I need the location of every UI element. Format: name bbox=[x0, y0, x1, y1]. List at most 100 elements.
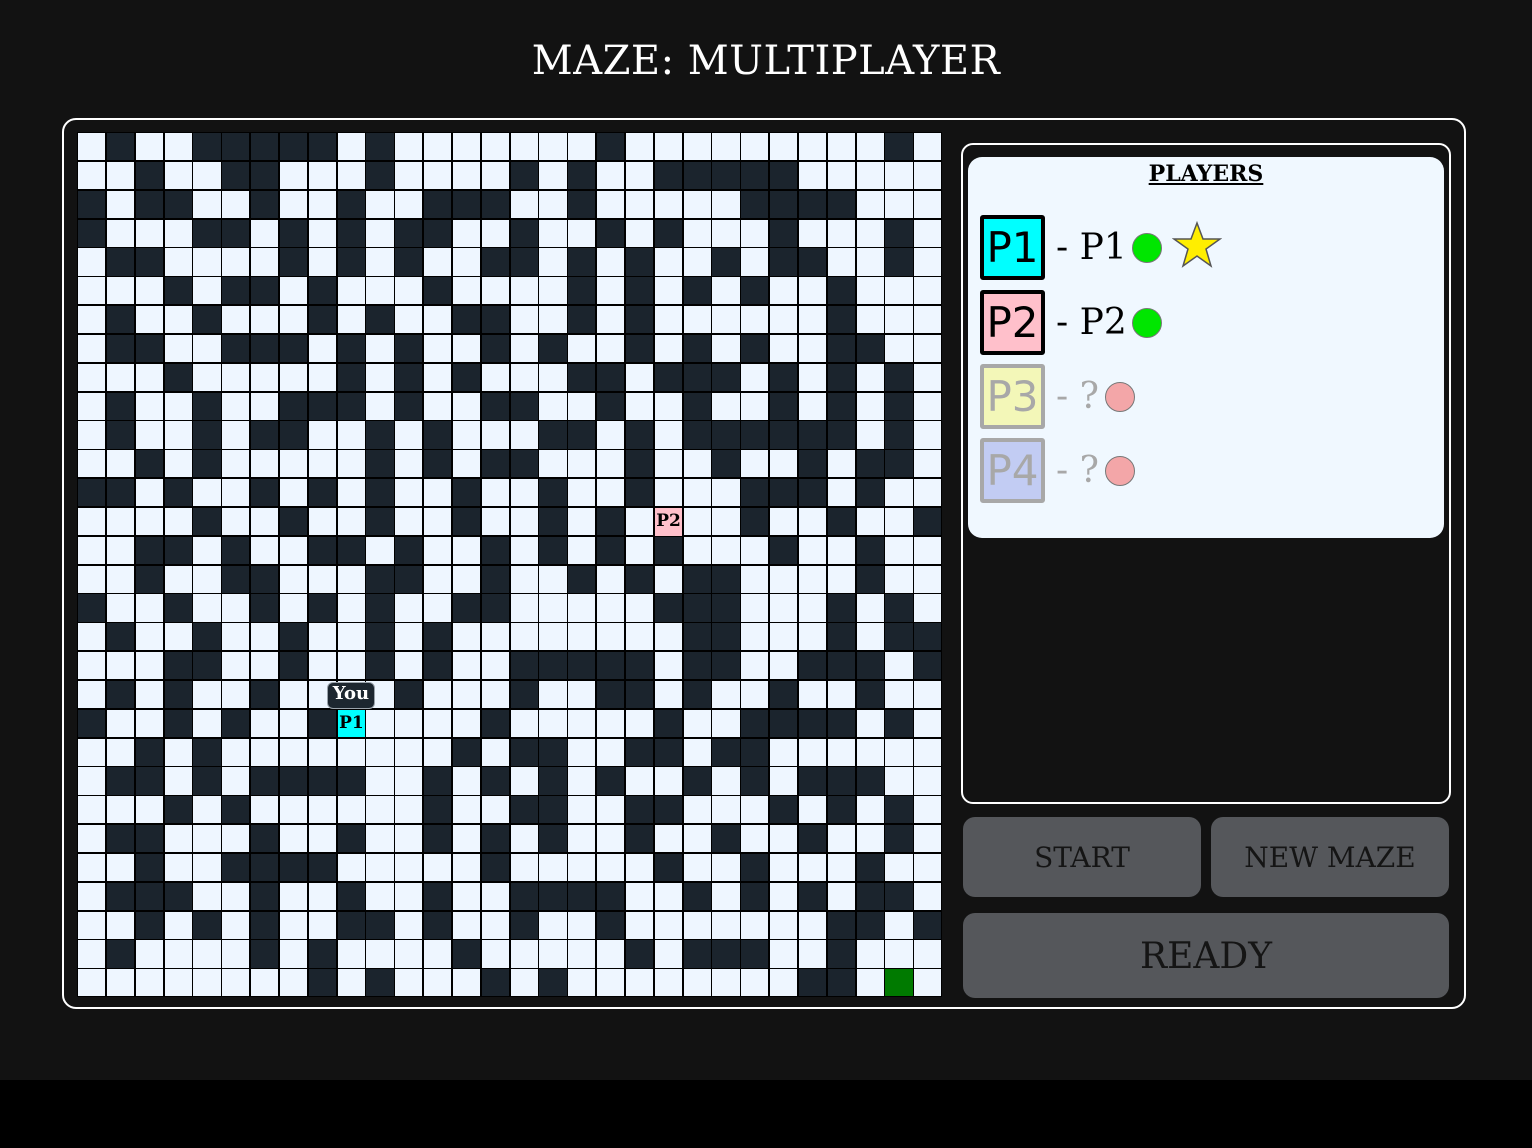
maze-path-cell bbox=[163, 766, 193, 796]
maze-path-cell bbox=[653, 391, 683, 421]
game-screen: MAZE: MULTIPLAYER P1 You P2 PLAYERS P1 - P… bbox=[0, 0, 1532, 1080]
maze-wall-cell bbox=[769, 420, 799, 450]
maze-wall-cell bbox=[307, 535, 337, 565]
maze-path-cell bbox=[336, 132, 366, 162]
maze-wall-cell bbox=[423, 910, 453, 940]
maze-path-cell bbox=[913, 276, 943, 306]
maze-path-cell bbox=[826, 160, 856, 191]
maze-path-cell bbox=[653, 622, 683, 652]
offline-status-icon bbox=[1105, 456, 1135, 486]
maze-path-cell bbox=[77, 968, 107, 998]
maze-wall-cell bbox=[365, 968, 395, 998]
maze-path-cell bbox=[77, 247, 107, 277]
player-name-p4: - ? bbox=[1056, 450, 1099, 491]
maze-wall-cell bbox=[134, 333, 164, 364]
maze-path-cell bbox=[105, 737, 136, 767]
maze-path-cell bbox=[913, 708, 943, 738]
start-button[interactable]: START bbox=[963, 817, 1201, 897]
maze-path-cell bbox=[336, 651, 366, 681]
maze-wall-cell bbox=[711, 564, 741, 594]
maze-wall-cell bbox=[682, 593, 712, 623]
maze-wall-cell bbox=[826, 651, 856, 681]
maze-path-cell bbox=[711, 276, 741, 306]
maze-wall-cell bbox=[797, 189, 828, 219]
maze-path-cell bbox=[77, 679, 107, 710]
maze-wall-cell bbox=[365, 910, 395, 940]
maze-wall-cell bbox=[365, 478, 395, 508]
maze-path-cell bbox=[855, 708, 885, 738]
maze-path-cell bbox=[740, 391, 770, 421]
maze-wall-cell bbox=[307, 852, 337, 883]
maze-wall-cell bbox=[826, 506, 856, 537]
maze-path-cell bbox=[336, 939, 366, 969]
maze-wall-cell bbox=[365, 305, 395, 335]
maze-path-cell bbox=[538, 305, 568, 335]
maze-wall-cell bbox=[480, 449, 510, 479]
maze-path-cell bbox=[221, 247, 251, 277]
maze-wall-cell bbox=[826, 189, 856, 219]
maze-path-cell bbox=[826, 852, 856, 883]
maze-path-cell bbox=[913, 564, 943, 594]
maze-path-cell bbox=[250, 305, 280, 335]
maze-path-cell bbox=[596, 247, 626, 277]
maze-path-cell bbox=[509, 362, 539, 392]
player-name-p2: - P2 bbox=[1056, 302, 1127, 343]
maze-path-cell bbox=[538, 189, 568, 219]
maze-path-cell bbox=[394, 824, 424, 854]
maze-path-cell bbox=[884, 651, 914, 681]
maze-wall-cell bbox=[740, 333, 770, 364]
maze-path-cell bbox=[538, 362, 568, 392]
maze-path-cell bbox=[769, 276, 799, 306]
maze-path-cell bbox=[596, 478, 626, 508]
maze-path-cell bbox=[855, 506, 885, 537]
maze-path-cell bbox=[855, 420, 885, 450]
maze-path-cell bbox=[278, 362, 309, 392]
maze-path-cell bbox=[105, 535, 136, 565]
maze-path-cell bbox=[163, 968, 193, 998]
maze-path-cell bbox=[653, 247, 683, 277]
maze-path-cell bbox=[826, 881, 856, 911]
maze-path-cell bbox=[624, 766, 655, 796]
maze-path-cell bbox=[77, 766, 107, 796]
maze-path-cell bbox=[682, 968, 712, 998]
maze-wall-cell bbox=[250, 852, 280, 883]
maze-wall-cell bbox=[365, 449, 395, 479]
maze-path-cell bbox=[336, 420, 366, 450]
maze-path-cell bbox=[538, 910, 568, 940]
maze-path-cell bbox=[278, 795, 309, 825]
maze-wall-cell bbox=[134, 910, 164, 940]
maze-path-cell bbox=[221, 449, 251, 479]
maze-path-cell bbox=[307, 218, 337, 248]
maze-path-cell bbox=[336, 478, 366, 508]
maze-path-cell bbox=[740, 132, 770, 162]
maze-wall-cell bbox=[307, 276, 337, 306]
maze-wall-cell bbox=[855, 679, 885, 710]
maze-path-cell bbox=[423, 564, 453, 594]
maze-path-cell bbox=[77, 824, 107, 854]
new-maze-button[interactable]: NEW MAZE bbox=[1211, 817, 1449, 897]
maze-path-cell bbox=[682, 910, 712, 940]
ready-button[interactable]: READY bbox=[963, 913, 1449, 998]
maze-wall-cell bbox=[336, 391, 366, 421]
maze-grid[interactable]: P1 You P2 bbox=[77, 132, 943, 998]
maze-wall-cell bbox=[134, 189, 164, 219]
maze-wall-cell bbox=[480, 333, 510, 364]
maze-wall-cell bbox=[653, 737, 683, 767]
maze-path-cell bbox=[221, 824, 251, 854]
maze-path-cell bbox=[855, 593, 885, 623]
maze-path-cell bbox=[596, 737, 626, 767]
maze-path-cell bbox=[451, 679, 482, 710]
maze-wall-cell bbox=[797, 766, 828, 796]
maze-wall-cell bbox=[624, 564, 655, 594]
maze-wall-cell bbox=[740, 766, 770, 796]
maze-path-cell bbox=[365, 333, 395, 364]
maze-path-cell bbox=[394, 305, 424, 335]
maze-wall-cell bbox=[221, 160, 251, 191]
maze-path-cell bbox=[682, 247, 712, 277]
maze-wall-cell bbox=[653, 218, 683, 248]
maze-path-cell bbox=[163, 160, 193, 191]
maze-wall-cell bbox=[192, 449, 222, 479]
maze-wall-cell bbox=[307, 593, 337, 623]
maze-path-cell bbox=[913, 189, 943, 219]
maze-wall-cell bbox=[394, 679, 424, 710]
